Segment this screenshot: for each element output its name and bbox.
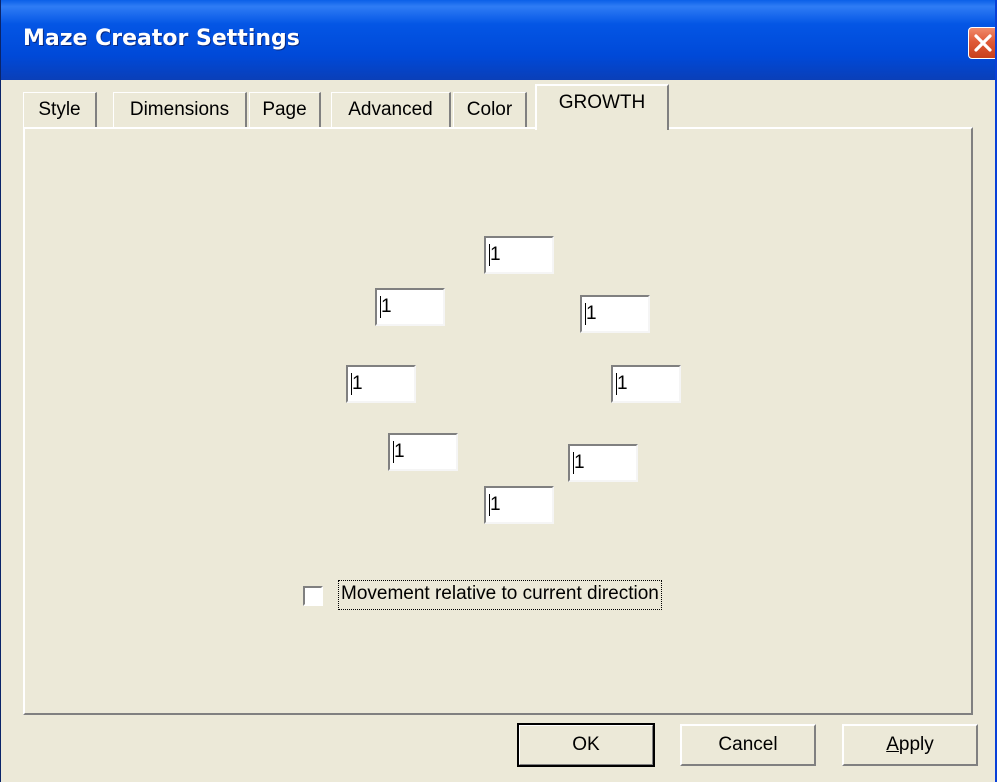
relative-movement-label[interactable]: Movement relative to current direction — [338, 580, 662, 610]
settings-dialog: Maze Creator Settings Style Dimensions P… — [0, 0, 997, 782]
field-value: 1 — [490, 494, 501, 515]
growth-field-upper-left[interactable]: 1 — [375, 288, 445, 326]
button-label: OK — [572, 734, 600, 755]
text-caret — [489, 244, 490, 266]
tab-advanced[interactable]: Advanced — [331, 92, 451, 128]
field-value: 1 — [394, 441, 405, 462]
text-caret — [585, 303, 586, 325]
field-value: 1 — [352, 373, 363, 394]
tab-label: Page — [262, 99, 307, 120]
tab-label: Dimensions — [129, 99, 230, 120]
field-value: 1 — [381, 296, 392, 317]
title-bar[interactable]: Maze Creator Settings — [1, 0, 995, 80]
text-caret — [616, 373, 617, 395]
tab-dimensions[interactable]: Dimensions — [113, 92, 247, 128]
growth-panel — [23, 127, 973, 715]
text-caret — [380, 296, 381, 318]
tab-growth[interactable]: GROWTH — [535, 84, 669, 130]
tab-label: Color — [466, 99, 513, 120]
growth-field-lower-left[interactable]: 1 — [388, 433, 458, 471]
field-value: 1 — [490, 244, 501, 265]
relative-movement-checkbox[interactable] — [303, 586, 323, 606]
button-label: Apply — [886, 734, 934, 755]
text-caret — [573, 452, 574, 474]
growth-field-top[interactable]: 1 — [484, 236, 554, 274]
tab-color[interactable]: Color — [453, 92, 527, 128]
tab-style[interactable]: Style — [23, 92, 97, 128]
button-label: Cancel — [718, 734, 778, 755]
growth-field-right[interactable]: 1 — [611, 365, 681, 403]
text-caret — [351, 373, 352, 395]
ok-button[interactable]: OK — [517, 723, 655, 767]
growth-field-lower-right[interactable]: 1 — [568, 444, 638, 482]
text-caret — [393, 441, 394, 463]
growth-field-upper-right[interactable]: 1 — [580, 295, 650, 333]
growth-field-left[interactable]: 1 — [346, 365, 416, 403]
field-value: 1 — [586, 303, 597, 324]
tab-page[interactable]: Page — [249, 92, 321, 128]
tab-label: Advanced — [348, 99, 433, 120]
field-value: 1 — [617, 373, 628, 394]
close-icon — [974, 34, 992, 52]
close-button[interactable] — [968, 27, 995, 59]
field-value: 1 — [574, 452, 585, 473]
tab-label: Style — [38, 99, 81, 120]
window-title: Maze Creator Settings — [23, 26, 300, 51]
growth-field-bottom[interactable]: 1 — [484, 486, 554, 524]
text-caret — [489, 494, 490, 516]
cancel-button[interactable]: Cancel — [680, 724, 816, 766]
apply-button[interactable]: Apply — [842, 724, 978, 766]
tab-label: GROWTH — [558, 92, 646, 113]
